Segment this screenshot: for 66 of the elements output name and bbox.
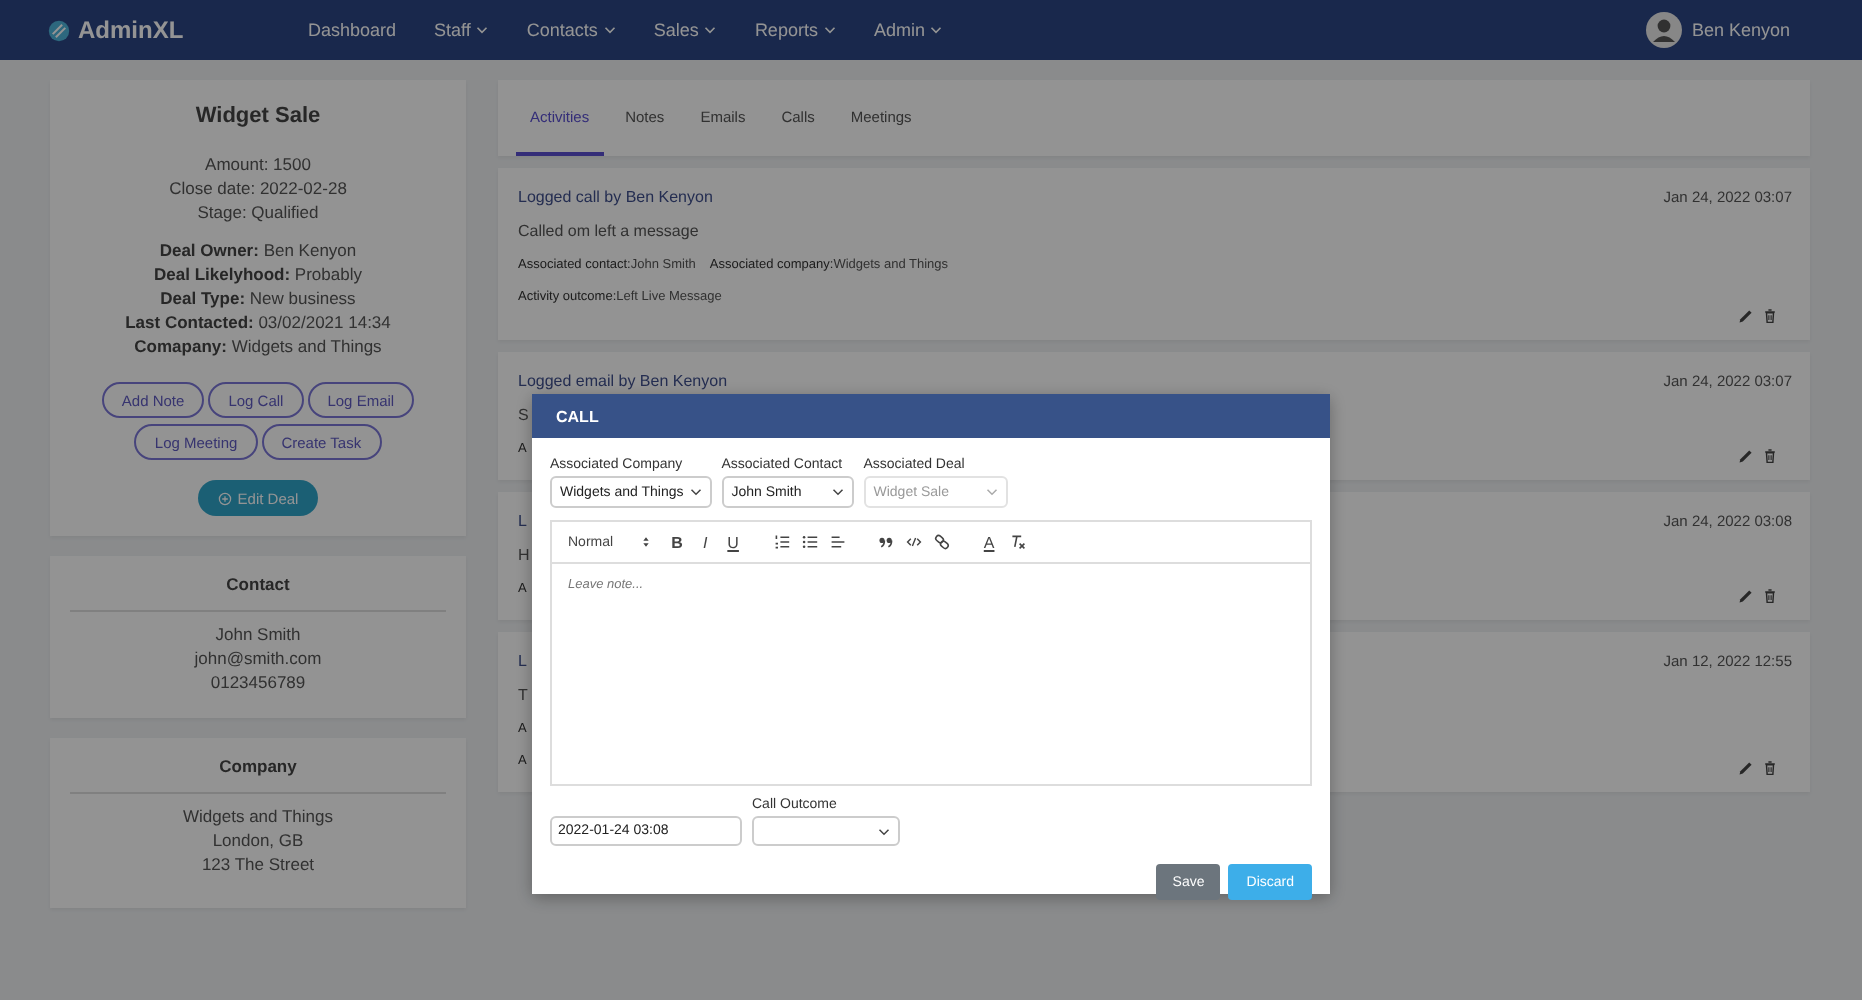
deal-title: Widget Sale	[195, 104, 321, 128]
logo-icon	[48, 19, 70, 41]
info-text: Widgets and Things	[181, 804, 335, 828]
trash-icon[interactable]	[1762, 448, 1778, 464]
info-text: 123 The Street	[199, 852, 317, 876]
nav-menu-item[interactable]: Admin	[873, 20, 925, 40]
activity-title: Logged call by Ben Kenyon	[518, 188, 713, 206]
chevron-down-icon[interactable]	[930, 26, 943, 34]
info-text: 0123456789	[208, 670, 308, 694]
card-title: Company	[217, 756, 299, 776]
link-icon[interactable]	[933, 534, 950, 550]
info-text: London, GB	[210, 828, 306, 852]
nav-menu-item[interactable]: Contacts	[526, 20, 598, 40]
activity-text: T	[518, 686, 528, 704]
clear-format-icon[interactable]	[1009, 534, 1026, 550]
align-icon[interactable]	[829, 534, 846, 550]
dialog-title: CALL	[556, 407, 599, 425]
deal-detail-text: Last Contacted: 03/02/2021 14:34	[125, 310, 391, 334]
numbered-list-icon[interactable]	[773, 534, 790, 550]
activity-title: Logged email by Ben Kenyon	[518, 372, 728, 390]
deal-detail-text: Deal Likelyhood: Probably	[152, 262, 364, 286]
chevron-down-icon	[878, 827, 890, 835]
bold-button[interactable]: B	[669, 533, 686, 551]
code-icon[interactable]	[905, 534, 922, 550]
chevron-down-icon	[985, 488, 998, 496]
chevron-down-icon[interactable]	[704, 26, 717, 34]
italic-button[interactable]: I	[697, 533, 714, 551]
activity-text: S	[518, 406, 529, 424]
nav-menu-item[interactable]: Sales	[653, 20, 699, 40]
chevron-down-icon[interactable]	[603, 26, 616, 34]
trash-icon[interactable]	[1762, 588, 1778, 604]
edit-icon[interactable]	[1738, 308, 1754, 324]
activity-text: Called om left a message	[518, 222, 699, 240]
underline-button[interactable]: U	[725, 533, 742, 551]
nav-menu-item[interactable]: Staff	[434, 20, 471, 40]
activity-title: L	[518, 512, 527, 530]
deal-summary-text: Amount: 1500	[203, 152, 313, 176]
deal-detail-text: Deal Owner: Ben Kenyon	[157, 238, 359, 262]
activity-title: L	[518, 652, 527, 670]
chevron-down-icon	[831, 488, 844, 496]
up-down-arrows-icon	[641, 536, 650, 548]
plus-circle-icon	[217, 491, 232, 505]
trash-icon[interactable]	[1762, 308, 1778, 324]
deal-summary-text: Stage: Qualified	[195, 200, 321, 224]
chevron-down-icon[interactable]	[476, 26, 489, 34]
deal-detail-text: Deal Type: New business	[158, 286, 358, 310]
trash-icon[interactable]	[1762, 760, 1778, 776]
nav-menu-item[interactable]: Dashboard	[308, 20, 397, 40]
user-name[interactable]: Ben Kenyon	[1691, 20, 1790, 40]
card-title: Contact	[224, 574, 292, 594]
activity-text: H	[518, 546, 530, 564]
chevron-down-icon[interactable]	[823, 26, 836, 34]
edit-icon[interactable]	[1738, 588, 1754, 604]
brand-name[interactable]: AdminXL	[78, 16, 184, 44]
edit-icon[interactable]	[1738, 448, 1754, 464]
info-text: john@smith.com	[192, 646, 324, 670]
avatar-icon[interactable]	[1645, 12, 1682, 48]
quote-icon[interactable]	[877, 534, 894, 550]
deal-detail-text: Comapany: Widgets and Things	[132, 334, 384, 358]
chevron-down-icon	[689, 488, 702, 496]
text-color-button[interactable]: A	[981, 533, 998, 551]
edit-icon[interactable]	[1738, 760, 1754, 776]
bullet-list-icon[interactable]	[801, 534, 818, 550]
deal-summary-text: Close date: 2022-02-28	[169, 176, 347, 200]
info-text: John Smith	[213, 622, 303, 646]
nav-menu-item[interactable]: Reports	[754, 20, 818, 40]
